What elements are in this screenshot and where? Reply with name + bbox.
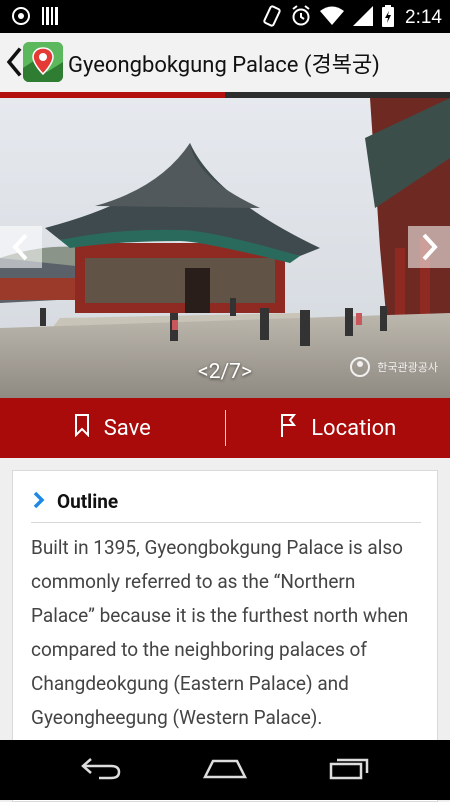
bookmark-icon [74,413,90,443]
battery-icon [382,5,394,31]
recent-apps-icon[interactable] [327,755,371,785]
divider [31,522,421,523]
signal-icon [353,6,373,30]
clock: 2:14 [405,7,442,29]
action-bar: Gyeongbokgung Palace (경복궁) [0,33,450,92]
location-button[interactable]: Location [226,398,450,458]
tourism-watermark: 한국관광공사 [347,356,438,378]
page-title: Gyeongbokgung Palace (경복궁) [68,47,380,79]
photo-gallery[interactable]: <2/7> 한국관광공사 [0,98,450,398]
outline-text: Built in 1395, Gyeongbokgung Palace is a… [31,531,423,735]
chevron-right-icon [33,491,45,513]
back-chevron-icon[interactable] [4,47,24,77]
previous-photo-button[interactable] [0,226,42,268]
save-button[interactable]: Save [0,398,225,458]
flag-icon [279,412,297,444]
barcode-icon [42,6,58,30]
chevron-left-icon [11,232,31,262]
palace-photo [0,98,450,398]
home-icon[interactable] [201,755,249,785]
next-photo-button[interactable] [408,226,450,268]
alarm-icon [291,5,311,31]
outline-header[interactable]: Outline [33,490,118,513]
location-label: Location [311,416,396,441]
status-bar: 2:14 [0,0,450,33]
system-nav-bar [0,740,450,800]
map-pin-app-icon[interactable] [23,42,63,82]
wifi-icon [320,6,344,30]
watermark-text: 한국관광공사 [377,359,438,375]
save-label: Save [104,416,151,441]
back-icon[interactable] [79,755,123,785]
outline-heading: Outline [57,490,118,513]
action-strip: Save Location [0,398,450,458]
phone-rotation-icon [262,5,282,31]
chevron-right-icon [419,232,439,262]
settings-notification-icon [10,6,32,30]
